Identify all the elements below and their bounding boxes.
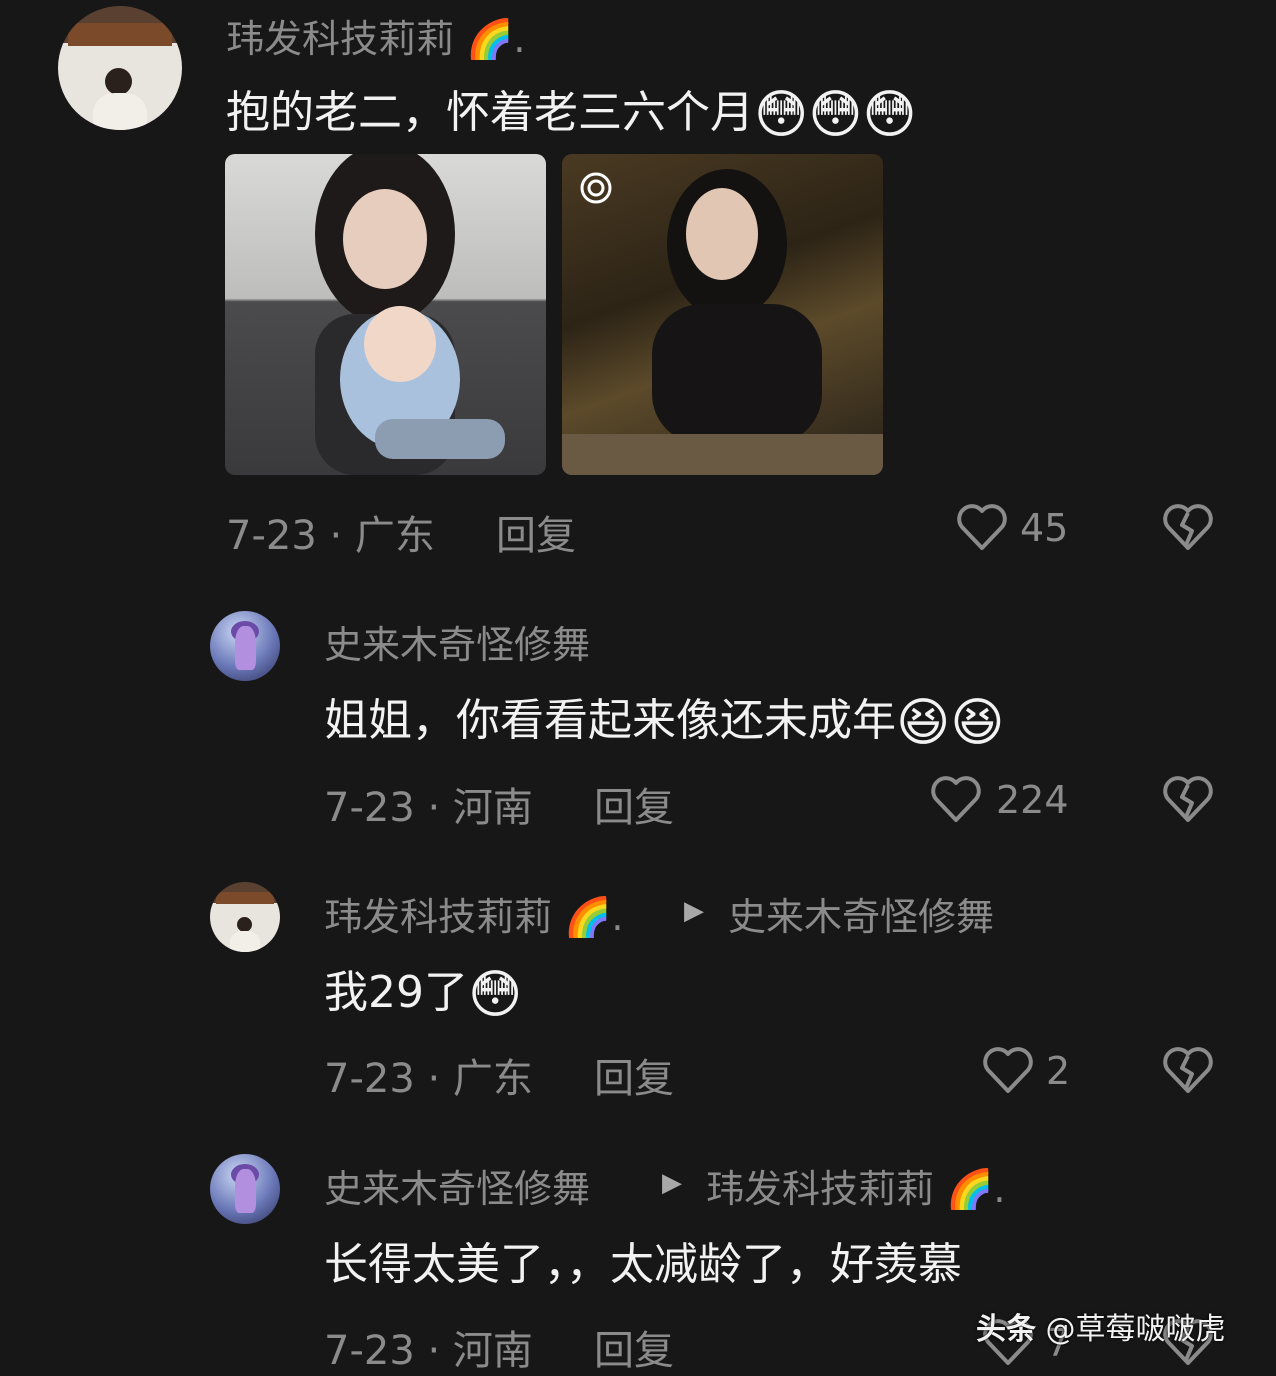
avatar-sign [67,23,173,46]
comment-username[interactable]: 玮发科技莉莉 🌈. [226,8,526,63]
comment-text: 我29了😳 [324,965,523,1025]
rainbow-icon: 🌈. [552,895,624,939]
comment-photo[interactable] [562,154,883,475]
avatar-body [92,92,148,130]
avatar[interactable] [210,1154,280,1224]
reply-to-username[interactable]: 史来木奇怪修舞 [728,886,994,941]
avatar-figure [234,1169,256,1213]
comment-text: 抱的老二，怀着老三六个月😳😳😳 [226,85,917,145]
dislike-broken-heart-icon[interactable] [1162,503,1214,551]
avatar-sign [215,891,275,905]
comment-date-location: 7-23 · 广东 [324,1056,533,1102]
grinning-squinting-emoji: 😆😆 [896,693,1005,753]
comment-date-location: 7-23 · 河南 [324,785,533,831]
reply-button[interactable]: 回复 [496,503,576,561]
avatar[interactable] [58,6,182,130]
reply-arrow-icon: ▶ [662,1168,682,1198]
reply-to-username[interactable]: 玮发科技莉莉 🌈. [706,1158,1006,1213]
watermark-author: @草莓啵啵虎 [1045,1312,1226,1347]
reply-button[interactable]: 回复 [594,1046,674,1104]
comment-date-location: 7-23 · 河南 [324,1328,533,1374]
like-count: 45 [1020,506,1069,550]
dislike-broken-heart-icon[interactable] [1162,1046,1214,1094]
rainbow-icon: 🌈. [454,17,526,61]
comment-username[interactable]: 史来木奇怪修舞 [324,614,590,669]
reply-button[interactable]: 回复 [594,1318,674,1376]
flushed-face-emoji: 😳 [468,965,523,1025]
watermark-brand: 头条 [976,1312,1036,1347]
like-heart-icon[interactable] [982,1046,1034,1094]
rainbow-icon: 🌈. [934,1167,1006,1211]
comment-username[interactable]: 史来木奇怪修舞 [324,1158,590,1213]
dislike-broken-heart-icon[interactable] [1162,775,1214,823]
reply-arrow-icon: ▶ [684,896,704,926]
avatar[interactable] [210,611,280,681]
like-count: 224 [996,778,1069,822]
watermark: 头条 @草莓啵啵虎 [976,1304,1226,1348]
avatar-head [105,68,133,96]
flushed-face-emoji: 😳😳😳 [754,85,917,145]
avatar-figure [234,626,256,670]
comment-text: 姐姐，你看看起来像还未成年😆😆 [324,693,1005,753]
like-heart-icon[interactable] [930,775,982,823]
avatar[interactable] [210,882,280,952]
photo-illustration [562,169,883,475]
like-count: 2 [1046,1049,1071,1093]
comment-photo[interactable] [225,154,546,475]
reply-button[interactable]: 回复 [594,775,674,833]
comment-text: 长得太美了，，太减龄了，好羡慕 [324,1239,962,1290]
like-heart-icon[interactable] [956,503,1008,551]
comment-username[interactable]: 玮发科技莉莉 🌈. [324,886,624,941]
photo-illustration [315,154,505,475]
comment-date-location: 7-23 · 广东 [226,513,435,559]
avatar-body [229,931,261,952]
